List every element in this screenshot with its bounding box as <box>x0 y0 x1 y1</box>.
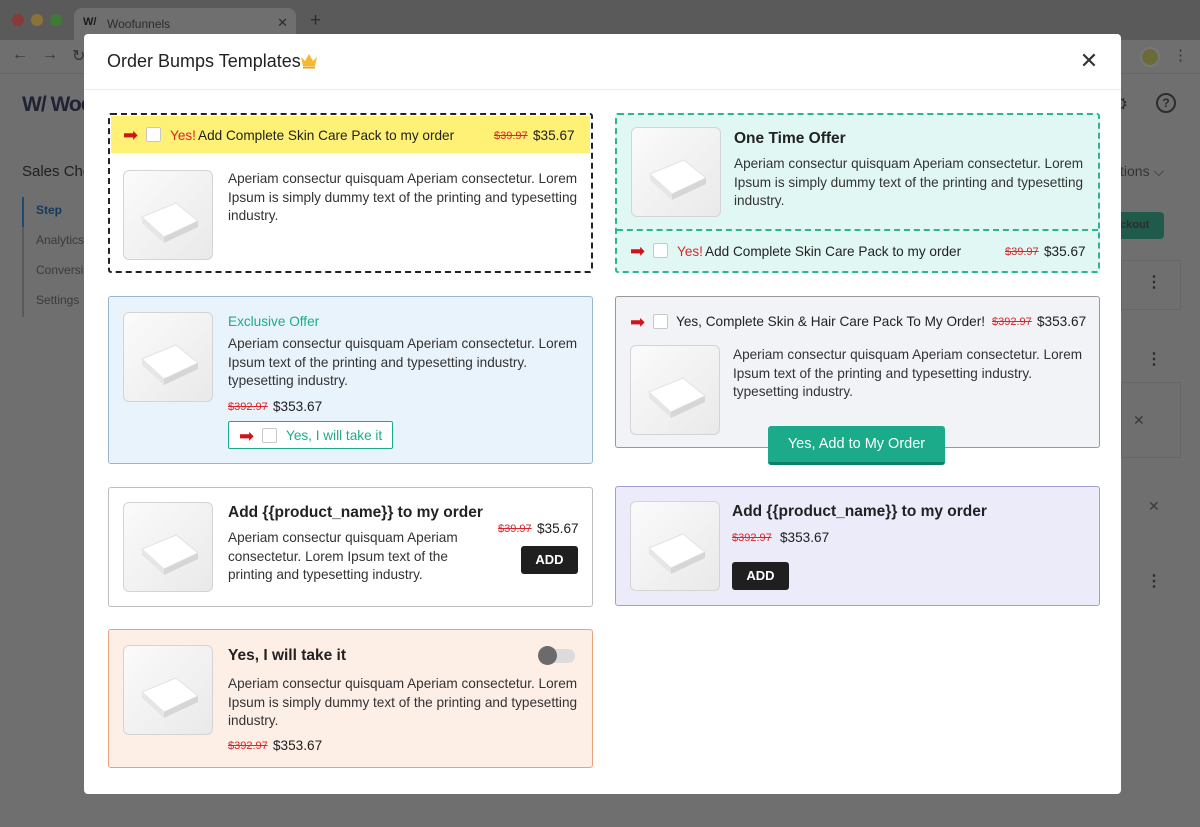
new-price: $35.67 <box>537 521 579 536</box>
offer-checkbox[interactable] <box>262 428 277 443</box>
new-tab-icon[interactable]: + <box>310 11 321 30</box>
new-price: $35.67 <box>533 128 575 143</box>
take-it-label: Yes, I will take it <box>286 428 383 443</box>
arrow-right-icon: ➡ <box>630 312 646 332</box>
options-label: tions <box>1120 163 1150 179</box>
product-image <box>123 502 213 592</box>
offer-checkbox[interactable] <box>653 314 668 329</box>
close-icon[interactable]: ✕ <box>1133 412 1145 429</box>
browser-menu-icon[interactable]: ⋮ <box>1173 46 1188 64</box>
kebab-icon[interactable]: ⋮ <box>1146 272 1162 292</box>
checkout-button[interactable]: ckout <box>1118 212 1164 239</box>
template-card-3[interactable]: Exclusive Offer Aperiam consectur quisqu… <box>108 296 593 464</box>
modal-title: Order Bumps Templates <box>107 51 301 71</box>
order-bumps-modal: Order Bumps Templates ✕ ➡ Yes! Add Compl… <box>84 34 1121 794</box>
help-icon[interactable]: ? <box>1156 93 1176 113</box>
offer-checkbox[interactable] <box>653 243 668 258</box>
offer-headline: Add {{product_name}} to my order <box>732 503 987 520</box>
yes-label: Yes! <box>677 244 703 259</box>
close-icon[interactable]: ✕ <box>1148 498 1160 515</box>
app-logo: W/ Woo <box>22 93 94 116</box>
new-price: $353.67 <box>273 738 323 753</box>
product-image <box>630 501 720 591</box>
nav-item-step[interactable]: Step <box>22 197 86 227</box>
old-price: $39.97 <box>498 523 532 535</box>
arrow-right-icon: ➡ <box>123 125 139 145</box>
offer-label: Add Complete Skin Care Pack to my order <box>705 244 962 259</box>
description: Aperiam consectur quisquam Aperiam conse… <box>734 156 1084 209</box>
description: Aperiam consectur quisquam Aperiam conse… <box>228 171 578 224</box>
close-icon[interactable]: ✕ <box>1074 46 1104 76</box>
new-price: $35.67 <box>1044 244 1086 259</box>
arrow-right-icon: ➡ <box>630 241 646 261</box>
product-image <box>123 645 213 735</box>
product-image <box>123 312 213 402</box>
offer-headline: Exclusive Offer <box>228 314 320 329</box>
description: Aperiam consectur quisquam Aperiam conse… <box>228 676 578 729</box>
old-price: $39.97 <box>1005 246 1039 258</box>
description: Aperiam consectur quisquam Aperiam conse… <box>733 347 1083 400</box>
minimize-window-button[interactable] <box>31 14 43 26</box>
take-it-option[interactable]: ➡ Yes, I will take it <box>228 421 393 449</box>
tab-title: Woofunnels <box>107 17 171 31</box>
forward-icon[interactable]: → <box>42 46 58 64</box>
offer-checkbox[interactable] <box>146 127 161 142</box>
old-price: $392.97 <box>228 401 268 413</box>
offer-label: Yes, Complete Skin & Hair Care Pack To M… <box>676 314 985 329</box>
divider <box>617 229 1098 231</box>
modal-header: Order Bumps Templates ✕ <box>84 34 1121 90</box>
kebab-icon[interactable]: ⋮ <box>1146 349 1162 369</box>
profile-avatar[interactable] <box>1140 47 1160 67</box>
old-price: $39.97 <box>494 130 528 142</box>
new-price: $353.67 <box>1037 314 1087 329</box>
offer-headline: Yes, I will take it <box>228 647 347 664</box>
nav-item-analytics[interactable]: Analytics <box>24 227 86 257</box>
options-dropdown[interactable]: tions ⌵ <box>1120 163 1164 180</box>
add-to-order-button[interactable]: Yes, Add to My Order <box>768 426 945 465</box>
add-button[interactable]: ADD <box>732 562 789 590</box>
crown-icon <box>301 54 317 69</box>
offer-headline: One Time Offer <box>734 130 846 147</box>
toggle-knob <box>538 646 557 665</box>
toggle-switch[interactable] <box>538 646 575 665</box>
product-image <box>630 345 720 435</box>
old-price: $392.97 <box>228 740 268 752</box>
add-button[interactable]: ADD <box>521 546 578 574</box>
template-card-7[interactable]: Yes, I will take it Aperiam consectur qu… <box>108 629 593 768</box>
new-price: $353.67 <box>780 530 830 545</box>
side-nav: Step Analytics Conversi Settings <box>22 197 86 317</box>
yes-label: Yes! <box>170 128 196 143</box>
nav-item-settings[interactable]: Settings <box>24 287 86 317</box>
arrow-right-icon: ➡ <box>239 426 255 446</box>
offer-headline: Add {{product_name}} to my order <box>228 504 483 521</box>
product-image <box>123 170 213 260</box>
template-card-5[interactable]: Add {{product_name}} to my order Aperiam… <box>108 487 593 607</box>
offer-label: Add Complete Skin Care Pack to my order <box>198 128 455 143</box>
kebab-icon[interactable]: ⋮ <box>1146 571 1162 591</box>
offer-bar: ➡ Yes! Add Complete Skin Care Pack to my… <box>111 116 590 153</box>
product-image <box>631 127 721 217</box>
template-card-1[interactable]: ➡ Yes! Add Complete Skin Care Pack to my… <box>108 113 593 273</box>
template-card-6[interactable]: Add {{product_name}} to my order $392.97… <box>615 486 1100 606</box>
maximize-window-button[interactable] <box>50 14 62 26</box>
description: Aperiam consectur quisquam Aperiam conse… <box>228 530 458 583</box>
nav-item-conversions[interactable]: Conversi <box>24 257 86 287</box>
old-price: $392.97 <box>732 532 772 544</box>
old-price: $392.97 <box>992 316 1032 328</box>
tab-close-icon[interactable]: ✕ <box>277 15 288 31</box>
template-card-2[interactable]: One Time Offer Aperiam consectur quisqua… <box>615 113 1100 273</box>
new-price: $353.67 <box>273 399 323 414</box>
description: Aperiam consectur quisquam Aperiam conse… <box>228 336 578 389</box>
bg-row <box>1121 382 1181 458</box>
tab-favicon: W/ <box>83 16 97 28</box>
back-icon[interactable]: ← <box>12 46 28 64</box>
page-title: Sales Che <box>22 163 92 180</box>
close-window-button[interactable] <box>12 14 24 26</box>
